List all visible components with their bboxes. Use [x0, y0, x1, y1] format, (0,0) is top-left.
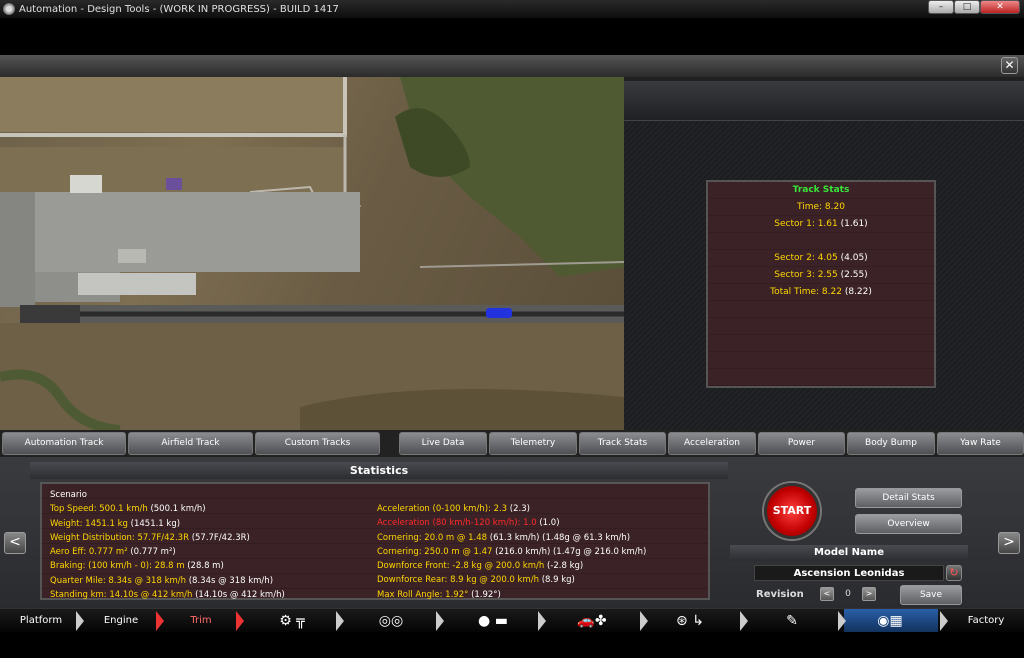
- start-button[interactable]: START: [764, 483, 820, 539]
- chevron-right-icon: [640, 611, 648, 631]
- testing-icon[interactable]: ◉▦: [860, 609, 920, 633]
- tab-yaw-rate[interactable]: Yaw Rate: [937, 432, 1024, 455]
- panel-header: ✕: [0, 55, 1024, 77]
- maximize-button[interactable]: □: [954, 0, 980, 14]
- window-close-button[interactable]: ✕: [980, 0, 1020, 14]
- window-title: Automation - Design Tools - (WORK IN PRO…: [19, 3, 339, 15]
- tab-track-stats[interactable]: Track Stats: [579, 432, 666, 455]
- tools-icon[interactable]: ✎: [762, 609, 822, 633]
- sector-2: Sector 2: 4.05 (4.05): [774, 253, 868, 263]
- tab-custom-tracks[interactable]: Custom Tracks: [255, 432, 380, 455]
- refresh-icon[interactable]: ↻: [946, 565, 962, 581]
- bottom-navigation: Platform Engine Trim ⚙ ╦ ◎◎ ● ▬ 🚗✤ ⊛ ↳ ✎…: [0, 608, 1024, 633]
- taxiway: [0, 192, 35, 307]
- revision-next-button[interactable]: >: [862, 587, 876, 601]
- bottom-margin: [0, 632, 1024, 658]
- stat-cornering-20m: Cornering: 20.0 m @ 1.48 (61.3 km/h) (1.…: [377, 532, 631, 543]
- vegetation-area: [400, 77, 624, 277]
- chevron-right-icon: [336, 611, 344, 631]
- stat-aero-eff: Aero Eff: 0.777 m² (0.777 m²): [50, 547, 176, 558]
- steering-wheel-icon[interactable]: ⊛ ↳: [660, 609, 720, 633]
- tab-bar: Automation Track Airfield Track Custom T…: [0, 430, 1024, 457]
- total-time: Total Time: 8.22 (8.22): [770, 287, 872, 297]
- stat-downforce-rear: Downforce Rear: 8.9 kg @ 200.0 km/h (8.9…: [377, 575, 575, 586]
- apron: [0, 192, 360, 272]
- suspension-icon[interactable]: ● ▬: [458, 609, 528, 633]
- nav-engine[interactable]: Engine: [88, 609, 154, 633]
- statistics-left-column: Scenario Top Speed: 500.1 km/h (500.1 km…: [50, 488, 370, 602]
- track-time: Time: 8.20: [797, 202, 845, 212]
- stat-braking: Braking: (100 km/h - 0): 28.8 m (28.8 m): [50, 561, 224, 572]
- tab-automation-track[interactable]: Automation Track: [2, 432, 126, 455]
- runway-start: [20, 305, 80, 323]
- stat-max-roll-angle: Max Roll Angle: 1.92° (1.92°): [377, 589, 501, 600]
- track-map: [0, 77, 624, 430]
- chevron-right-icon: [156, 611, 164, 631]
- gearbox-icon[interactable]: ⚙ ╦: [262, 609, 322, 633]
- stat-top-speed: Top Speed: 500.1 km/h (500.1 km/h): [50, 504, 206, 515]
- tab-power[interactable]: Power: [758, 432, 845, 455]
- chevron-right-icon: [538, 611, 546, 631]
- chevron-right-icon: [436, 611, 444, 631]
- revision-prev-button[interactable]: <: [820, 587, 834, 601]
- detail-stats-button[interactable]: Detail Stats: [855, 488, 962, 508]
- statistics-header: Statistics: [30, 462, 728, 479]
- tab-telemetry[interactable]: Telemetry: [489, 432, 577, 455]
- car-body-icon[interactable]: 🚗✤: [552, 609, 632, 633]
- panel-close-button[interactable]: ✕: [1001, 57, 1018, 74]
- scenario-label: Scenario: [50, 490, 87, 500]
- nav-platform[interactable]: Platform: [8, 609, 74, 633]
- tab-acceleration[interactable]: Acceleration: [668, 432, 756, 455]
- stat-weight: Weight: 1451.1 kg (1451.1 kg): [50, 518, 181, 529]
- tab-body-bump[interactable]: Body Bump: [847, 432, 935, 455]
- minimize-button[interactable]: –: [928, 0, 954, 14]
- stat-acceleration-80-120: Acceleration (80 km/h-120 km/h): 1.0 (1.…: [377, 518, 560, 529]
- chevron-right-icon: [236, 611, 244, 631]
- save-button[interactable]: Save: [900, 585, 962, 605]
- track-stats-panel: Track Stats Time: 8.20 Sector 1: 1.61 (1…: [624, 77, 1024, 430]
- nav-factory[interactable]: Factory: [952, 609, 1020, 633]
- building: [118, 249, 146, 263]
- statistics-box: Scenario Top Speed: 500.1 km/h (500.1 km…: [40, 482, 710, 600]
- panel-top-bar: [624, 81, 1024, 121]
- window-title-bar: Automation - Design Tools - (WORK IN PRO…: [0, 0, 1024, 18]
- chevron-right-icon: [740, 611, 748, 631]
- model-name-input[interactable]: [754, 565, 944, 581]
- stat-quarter-mile: Quarter Mile: 8.34s @ 318 km/h (8.34s @ …: [50, 575, 274, 586]
- overview-button[interactable]: Overview: [855, 514, 962, 534]
- stat-downforce-front: Downforce Front: -2.8 kg @ 200.0 km/h (-…: [377, 561, 584, 572]
- building: [166, 178, 182, 190]
- chevron-right-icon: [76, 611, 84, 631]
- model-name-header: Model Name: [730, 545, 968, 561]
- nav-trim[interactable]: Trim: [168, 609, 234, 633]
- track-stats-box: Track Stats Time: 8.20 Sector 1: 1.61 (1…: [706, 180, 936, 388]
- field: [0, 77, 345, 132]
- chevron-right-icon: [940, 611, 948, 631]
- wheels-icon[interactable]: ◎◎: [356, 609, 426, 633]
- revision-label: Revision: [756, 589, 804, 600]
- next-arrow-button[interactable]: >: [998, 532, 1020, 554]
- app-icon: [3, 3, 15, 15]
- statistics-right-column: Acceleration (0-100 km/h): 2.3 (2.3) Acc…: [377, 502, 707, 602]
- sector-3: Sector 3: 2.55 (2.55): [774, 270, 868, 280]
- tab-airfield-track[interactable]: Airfield Track: [128, 432, 253, 455]
- statistics-area: Statistics < > Scenario Top Speed: 500.1…: [0, 457, 1024, 608]
- chevron-right-icon: [838, 611, 846, 631]
- window-controls: – □ ✕: [928, 0, 1020, 14]
- airfield-satellite-image: [0, 77, 624, 430]
- stat-cornering-250m: Cornering: 250.0 m @ 1.47 (216.0 km/h) (…: [377, 546, 647, 557]
- stat-acceleration-0-100: Acceleration (0-100 km/h): 2.3 (2.3): [377, 504, 530, 514]
- prev-arrow-button[interactable]: <: [4, 532, 26, 554]
- stat-standing-km: Standing km: 14.10s @ 412 km/h (14.10s @…: [50, 590, 285, 601]
- hangar: [78, 273, 196, 295]
- stat-weight-distribution: Weight Distribution: 57.7F/42.3R (57.7F/…: [50, 532, 250, 543]
- sector-1: Sector 1: 1.61 (1.61): [774, 219, 868, 229]
- track-stats-title: Track Stats: [792, 185, 850, 195]
- building: [70, 175, 102, 193]
- car-marker: [486, 308, 512, 318]
- revision-value: 0: [845, 589, 851, 599]
- tab-live-data[interactable]: Live Data: [399, 432, 487, 455]
